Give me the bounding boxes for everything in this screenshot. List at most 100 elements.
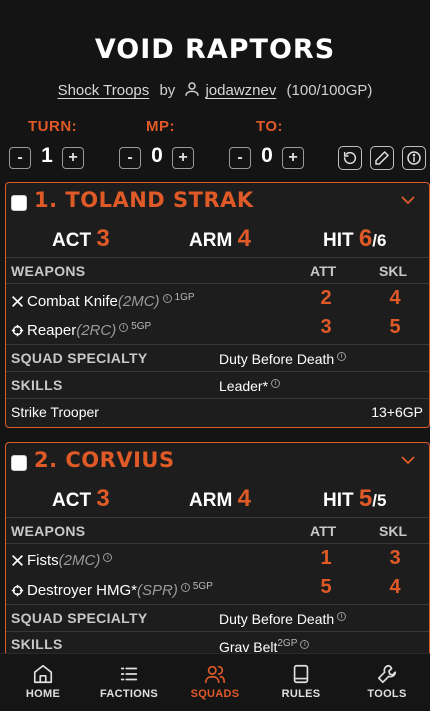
pencil-icon [375,150,390,165]
info-icon: i [103,553,113,562]
weapon-row[interactable]: Fists(2MC) i 1 3 [6,543,429,573]
crossed-swords-icon [12,555,23,566]
weapon-type: (2MC) [58,552,101,569]
weapons-header-row: WEAPONS ATT SKL [6,517,429,543]
mp-increment-button[interactable]: + [172,147,194,169]
info-icon: i [337,612,347,621]
weapon-type: (2RC) [76,322,117,339]
operative-card: 2. CORVIUS ACT 3 ARM 4 HIT 5/5 WEAPONS A… [5,442,430,658]
weapon-name: Reaper [27,322,77,339]
to-label: TO: [256,118,284,135]
operative-class: Strike Trooper [11,404,99,420]
arm-value: 4 [237,485,251,512]
squad-title: VOID RAPTORS [94,34,336,65]
user-icon [185,82,200,96]
act-stat: ACT 3 [52,485,110,512]
weapon-row[interactable]: Combat Knife(2MC) i 1GP 2 4 [6,283,429,313]
nav-factions[interactable]: FACTIONS [86,654,172,711]
chevron-down-icon[interactable] [401,195,415,205]
book-icon [293,664,309,684]
att-header: ATT [310,523,337,539]
weapon-att: 1 [320,547,332,569]
operative-name: 1. TOLAND STRAK [34,188,254,212]
to-value: 0 [261,144,273,167]
info-icon: i [180,583,190,592]
skl-header: SKL [379,263,407,279]
info-icon [407,151,421,165]
weapon-name: Combat Knife [27,293,118,310]
weapon-skl: 5 [389,316,401,338]
nav-squads-label: SQUADS [190,688,240,700]
mp-decrement-button[interactable]: - [119,147,141,169]
hit-stat: HIT 6/6 [323,225,387,252]
arm-value: 4 [237,225,251,252]
act-value: 3 [96,225,110,252]
info-button[interactable] [402,146,426,170]
operative-stats: ACT 3 ARM 4 HIT 5/5 [6,485,429,515]
mp-label: MP: [146,118,175,135]
to-decrement-button[interactable]: - [229,147,251,169]
weapon-type: (SPR) [137,582,178,599]
weapon-name: Destroyer HMG* [27,582,138,599]
user-link[interactable]: jodawznev [205,82,276,99]
bottom-nav: HOME FACTIONS SQUADS RULES TOOLS [0,653,430,711]
nav-tools[interactable]: TOOLS [344,654,430,711]
weapons-header: WEAPONS [11,523,86,539]
operative-cost: 13+6GP [371,404,423,420]
weapons-header-row: WEAPONS ATT SKL [6,257,429,283]
weapon-row[interactable]: Destroyer HMG*(SPR) i 5GP 5 4 [6,573,429,603]
weapon-skl: 4 [389,287,401,309]
weapon-att: 3 [320,316,332,338]
wrench-icon [377,664,397,684]
nav-tools-label: TOOLS [367,688,407,700]
turn-increment-button[interactable]: + [62,147,84,169]
skills-row: SKILLS Leader* i [6,371,429,398]
weapons-header: WEAPONS [11,263,86,279]
nav-home-label: HOME [25,688,61,700]
info-icon: i [300,640,310,649]
specialty-label: SQUAD SPECIALTY [11,350,148,366]
operative-card-header[interactable]: 1. TOLAND STRAK [6,183,429,221]
crosshair-icon [11,584,24,597]
squad-header: VOID RAPTORS Shock Troops by jodawznev (… [0,0,430,182]
list-icon [120,667,138,681]
by-text: by [159,82,176,99]
skills-cost: 2GP [277,638,298,649]
reset-button[interactable] [338,146,362,170]
info-icon: i [162,294,172,303]
home-icon [33,664,53,684]
faction-link[interactable]: Shock Troops [58,82,150,99]
nav-squads[interactable]: SQUADS [172,654,258,711]
operative-stats: ACT 3 ARM 4 HIT 6/6 [6,225,429,255]
gp-total: (100/100GP) [286,82,373,99]
specialty-row: SQUAD SPECIALTY Duty Before Death i [6,344,429,371]
act-value: 3 [96,485,110,512]
squad-meta: Shock Troops by jodawznev (100/100GP) [0,80,430,99]
nav-rules-label: RULES [281,688,321,700]
operative-name: 2. CORVIUS [34,448,175,472]
specialty-value: Duty Before Death [219,351,335,367]
reset-icon [343,151,357,165]
to-increment-button[interactable]: + [282,147,304,169]
skills-label: SKILLS [11,636,63,652]
edit-button[interactable] [370,146,394,170]
operative-checkbox[interactable] [11,455,27,471]
crosshair-icon [11,324,24,337]
operative-card-header[interactable]: 2. CORVIUS [6,443,429,481]
nav-factions-label: FACTIONS [99,688,158,700]
weapon-type: (2MC) [117,293,160,310]
turn-label: TURN: [28,118,78,135]
hit-value: 6 [358,225,373,252]
turn-decrement-button[interactable]: - [9,147,31,169]
crossed-swords-icon [12,296,23,307]
arm-stat: ARM 4 [189,485,251,512]
weapon-att: 5 [320,576,332,598]
weapon-skl: 4 [389,576,401,598]
hit-stat: HIT 5/5 [323,485,387,512]
operative-checkbox[interactable] [11,195,27,211]
nav-rules[interactable]: RULES [258,654,344,711]
nav-home[interactable]: HOME [0,654,86,711]
chevron-down-icon[interactable] [401,455,415,465]
weapon-row[interactable]: Reaper(2RC) i 5GP 3 5 [6,313,429,343]
users-icon [205,665,225,684]
